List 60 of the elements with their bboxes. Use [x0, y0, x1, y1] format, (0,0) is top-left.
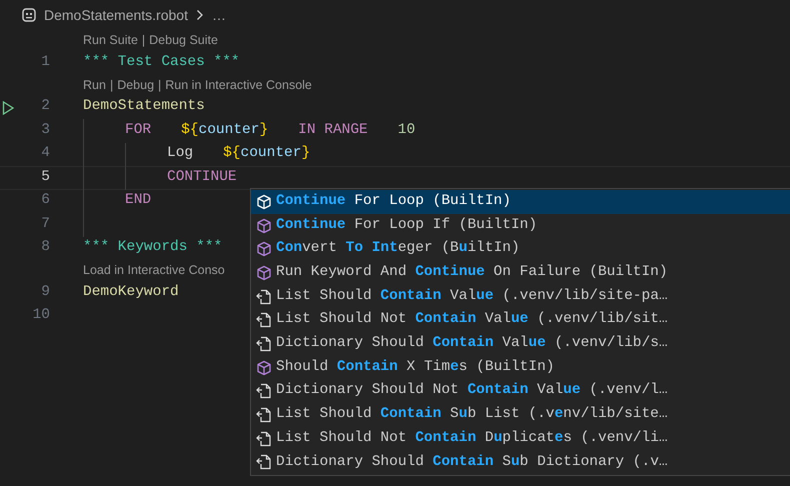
- line-number: 7: [41, 214, 50, 234]
- file-arrow-icon: [256, 430, 272, 447]
- line-number: 2: [41, 97, 50, 116]
- cube-icon: [256, 241, 272, 258]
- suggestion-item[interactable]: List Should Contain Sub List (.venv/lib/site…: [251, 403, 790, 427]
- variable: ${counter}: [181, 120, 268, 140]
- file-arrow-icon: [256, 312, 272, 328]
- suggestion-item[interactable]: Continue For Loop (BuiltIn): [251, 190, 790, 214]
- suggestion-item[interactable]: Convert To Integer (BuiltIn): [251, 237, 790, 262]
- section-header: *** Keywords ***: [83, 238, 222, 258]
- keyword-call: Log: [167, 144, 194, 164]
- suggestion-item[interactable]: Dictionary Should Contain Sub Dictionary (.v…: [251, 450, 790, 474]
- test-name: DemoStatements: [83, 97, 205, 116]
- cube-icon: [256, 194, 272, 210]
- line-number: 3: [41, 120, 50, 140]
- control-keyword: IN RANGE: [298, 120, 368, 140]
- chevron-right-icon: [196, 9, 204, 21]
- cube-icon: [256, 360, 272, 376]
- control-keyword: FOR: [125, 120, 152, 140]
- suggestion-item[interactable]: List Should Contain Value (.venv/lib/site-pa…: [251, 284, 790, 308]
- suggestion-item[interactable]: Run Keyword And Continue On Failure (BuiltIn): [251, 261, 790, 285]
- line-number: 1: [41, 52, 50, 72]
- section-header: *** Test Cases ***: [83, 52, 240, 72]
- codelens-link[interactable]: Run in Interactive Console: [165, 76, 312, 94]
- line-number: 6: [41, 191, 50, 210]
- robot-file-icon: [22, 8, 36, 22]
- cube-icon: [256, 264, 272, 281]
- file-arrow-icon: [256, 407, 272, 424]
- breadcrumb-ellipsis[interactable]: …: [212, 4, 226, 26]
- codelens-separator: |: [110, 76, 114, 94]
- line-number: 4: [41, 144, 50, 164]
- codelens-separator: |: [142, 32, 146, 50]
- line-number: 8: [41, 238, 50, 258]
- variable: ${counter}: [223, 144, 310, 164]
- file-arrow-icon: [256, 383, 272, 400]
- suggestion-item[interactable]: Dictionary Should Contain Value (.venv/lib/s…: [251, 332, 790, 356]
- control-keyword: END: [125, 191, 152, 210]
- suggestion-item[interactable]: Should Contain X Times (BuiltIn): [251, 356, 790, 380]
- line-number: 9: [41, 282, 50, 302]
- run-icon[interactable]: [2, 100, 14, 114]
- codelens-link[interactable]: Debug: [117, 76, 154, 94]
- file-arrow-icon: [256, 336, 272, 352]
- codelens-link[interactable]: Run Suite: [83, 31, 138, 50]
- codelens-link[interactable]: Debug Suite: [149, 31, 218, 50]
- control-keyword: CONTINUE: [167, 168, 237, 187]
- suggestion-item[interactable]: Dictionary Should Not Contain Value (.venv/l…: [251, 380, 790, 404]
- line-number: 10: [32, 306, 50, 326]
- codelens-separator: |: [158, 76, 162, 94]
- file-arrow-icon: [256, 454, 272, 470]
- suggestion-item[interactable]: Continue For Loop If (BuiltIn): [251, 214, 790, 238]
- test-name: DemoKeyword: [83, 282, 179, 302]
- suggestion-item[interactable]: List Should Not Contain Value (.venv/lib/sit…: [251, 308, 790, 332]
- file-arrow-icon: [256, 288, 272, 305]
- file-name[interactable]: DemoStatements.robot: [44, 4, 188, 26]
- codelens-link[interactable]: Run: [83, 76, 106, 94]
- line-number: 5: [41, 168, 50, 187]
- number-literal: 10: [398, 120, 416, 140]
- suggestion-item[interactable]: List Should Not Contain Duplicates (.venv/li…: [251, 426, 790, 451]
- codelens-link[interactable]: Load in Interactive Conso: [83, 261, 225, 280]
- cube-icon: [256, 218, 272, 234]
